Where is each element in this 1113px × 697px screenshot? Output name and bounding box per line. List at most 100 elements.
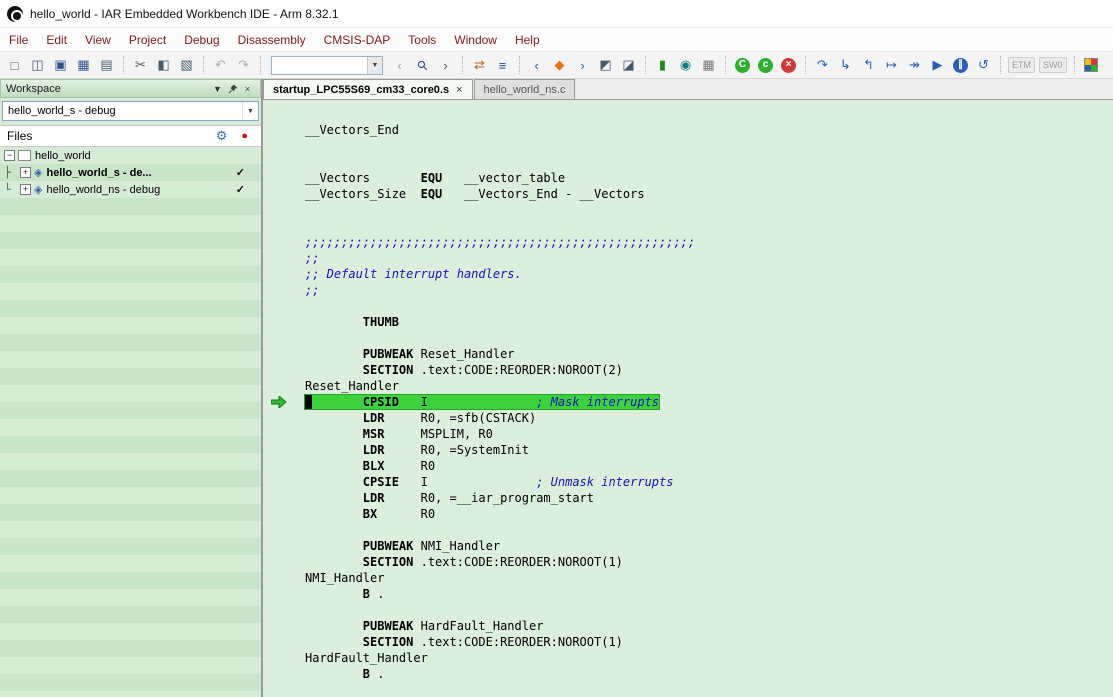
download-flash-icon[interactable]: ▮ (652, 55, 673, 76)
tree-item-0[interactable]: ├+◈hello_world_s - de...✓ (0, 164, 261, 181)
code-line[interactable] (305, 106, 1113, 122)
next-function-icon[interactable]: ◪ (618, 55, 639, 76)
redo-icon[interactable]: ↷ (233, 55, 254, 76)
menu-item-disassembly[interactable]: Disassembly (229, 29, 315, 51)
nav-forward-icon[interactable]: › (435, 55, 456, 76)
chevron-down-icon[interactable]: ▼ (367, 57, 382, 74)
code-line[interactable]: ;; Default interrupt handlers. (305, 266, 1113, 282)
code-line[interactable]: CPSID I ; Mask interrupts (305, 394, 1113, 410)
expand-icon[interactable]: + (20, 184, 31, 195)
code-line[interactable] (305, 298, 1113, 314)
code-area[interactable]: __Vectors_End __Vectors EQU __vector_tabl… (263, 100, 1113, 697)
code-line[interactable]: Reset_Handler (305, 378, 1113, 394)
code-line[interactable]: SECTION .text:CODE:REORDER:NOROOT(1) (305, 634, 1113, 650)
undo-icon[interactable]: ↶ (210, 55, 231, 76)
etm-button[interactable]: ETM (1008, 57, 1035, 73)
find-icon[interactable]: ⚲ (408, 50, 438, 80)
code-line[interactable]: ;;;;;;;;;;;;;;;;;;;;;;;;;;;;;;;;;;;;;;;;… (305, 234, 1113, 250)
code-line[interactable] (305, 330, 1113, 346)
code-line[interactable]: THUMB (305, 314, 1113, 330)
go-icon[interactable]: ▶ (927, 55, 948, 76)
incremental-search-icon[interactable]: ⇄ (469, 55, 490, 76)
code-line[interactable]: ;; (305, 250, 1113, 266)
nav-back-icon[interactable]: ‹ (389, 55, 410, 76)
code-line[interactable] (305, 202, 1113, 218)
step-into-icon[interactable]: ↳ (835, 55, 856, 76)
collapse-icon[interactable]: − (4, 150, 15, 161)
tree-item-1[interactable]: └+◈hello_world_ns - debug✓ (0, 181, 261, 198)
code-line[interactable]: BLX R0 (305, 458, 1113, 474)
code-line[interactable] (305, 218, 1113, 234)
editor-tab-0[interactable]: startup_LPC55S69_cm33_core0.s× (263, 79, 473, 99)
goto-icon[interactable]: ≡ (492, 55, 513, 76)
code-line[interactable]: SECTION .text:CODE:REORDER:NOROOT(2) (305, 362, 1113, 378)
code-line[interactable]: __Vectors_Size EQU __Vectors_End - __Vec… (305, 186, 1113, 202)
reset-icon[interactable]: C (732, 55, 753, 76)
code-line[interactable]: __Vectors_End (305, 122, 1113, 138)
dock-menu-icon[interactable]: ▼ (210, 81, 225, 96)
color-grid-icon[interactable] (1081, 55, 1102, 76)
code-line[interactable]: LDR R0, =sfb(CSTACK) (305, 410, 1113, 426)
menu-item-project[interactable]: Project (120, 29, 175, 51)
step-over-icon[interactable]: ↷ (812, 55, 833, 76)
print-icon[interactable]: ▤ (96, 55, 117, 76)
code-line[interactable] (305, 602, 1113, 618)
gear-icon[interactable]: ⚙ (216, 128, 228, 144)
menu-item-view[interactable]: View (76, 29, 120, 51)
next-bookmark-icon[interactable]: › (572, 55, 593, 76)
tree-item-root[interactable]: − hello_world (0, 147, 261, 164)
code-line[interactable]: LDR R0, =SystemInit (305, 442, 1113, 458)
menu-item-window[interactable]: Window (445, 29, 506, 51)
prev-bookmark-icon[interactable]: ‹ (526, 55, 547, 76)
menu-item-help[interactable]: Help (506, 29, 549, 51)
next-statement-icon[interactable]: ↦ (881, 55, 902, 76)
reset-debug-icon[interactable]: ↺ (973, 55, 994, 76)
config-dropdown[interactable]: hello_world_s - debug ▼ (2, 101, 259, 121)
code-line[interactable]: PUBWEAK NMI_Handler (305, 538, 1113, 554)
break-icon[interactable]: ∥ (950, 55, 971, 76)
toggle-breakpoint-icon[interactable]: ◆ (549, 55, 570, 76)
prev-function-icon[interactable]: ◩ (595, 55, 616, 76)
save-icon[interactable]: ▣ (50, 55, 71, 76)
editor[interactable]: __Vectors_End __Vectors EQU __vector_tabl… (263, 100, 1113, 697)
build-options-icon[interactable]: ▦ (698, 55, 719, 76)
code-line[interactable]: HardFault_Handler (305, 650, 1113, 666)
new-document-icon[interactable]: □ (4, 55, 25, 76)
menu-item-tools[interactable]: Tools (399, 29, 445, 51)
run-to-cursor-icon[interactable]: ↠ (904, 55, 925, 76)
expand-icon[interactable]: + (20, 167, 31, 178)
code-line[interactable]: MSR MSPLIM, R0 (305, 426, 1113, 442)
code-line[interactable]: B . (305, 666, 1113, 682)
code-line[interactable] (305, 522, 1113, 538)
open-document-icon[interactable]: ◫ (27, 55, 48, 76)
code-line[interactable]: CPSIE I ; Unmask interrupts (305, 474, 1113, 490)
swo-button[interactable]: SW0 (1039, 57, 1067, 73)
menu-item-debug[interactable]: Debug (175, 29, 228, 51)
stop-debugging-icon[interactable]: × (778, 55, 799, 76)
close-icon[interactable]: × (240, 81, 255, 96)
copy-icon[interactable]: ◧ (153, 55, 174, 76)
find-combo[interactable]: ▼ (271, 56, 383, 75)
menu-item-edit[interactable]: Edit (37, 29, 76, 51)
chevron-down-icon[interactable]: ▼ (242, 102, 258, 120)
code-line[interactable]: LDR R0, =__iar_program_start (305, 490, 1113, 506)
code-line[interactable] (305, 154, 1113, 170)
code-line[interactable]: B . (305, 586, 1113, 602)
code-line[interactable]: PUBWEAK HardFault_Handler (305, 618, 1113, 634)
paste-icon[interactable]: ▧ (176, 55, 197, 76)
code-line[interactable]: BX R0 (305, 506, 1113, 522)
code-line[interactable] (305, 138, 1113, 154)
pin-icon[interactable] (225, 81, 240, 96)
run-to-main-icon[interactable]: c (755, 55, 776, 76)
editor-tab-1[interactable]: hello_world_ns.c (474, 79, 576, 99)
make-icon[interactable]: ◉ (675, 55, 696, 76)
code-line[interactable]: PUBWEAK Reset_Handler (305, 346, 1113, 362)
menu-item-cmsis-dap[interactable]: CMSIS-DAP (315, 29, 400, 51)
step-out-icon[interactable]: ↰ (858, 55, 879, 76)
cut-icon[interactable]: ✂ (130, 55, 151, 76)
code-line[interactable]: SECTION .text:CODE:REORDER:NOROOT(1) (305, 554, 1113, 570)
save-all-icon[interactable]: ▦ (73, 55, 94, 76)
code-line[interactable]: __Vectors EQU __vector_table (305, 170, 1113, 186)
code-line[interactable]: ;; (305, 282, 1113, 298)
close-icon[interactable]: × (456, 84, 462, 96)
